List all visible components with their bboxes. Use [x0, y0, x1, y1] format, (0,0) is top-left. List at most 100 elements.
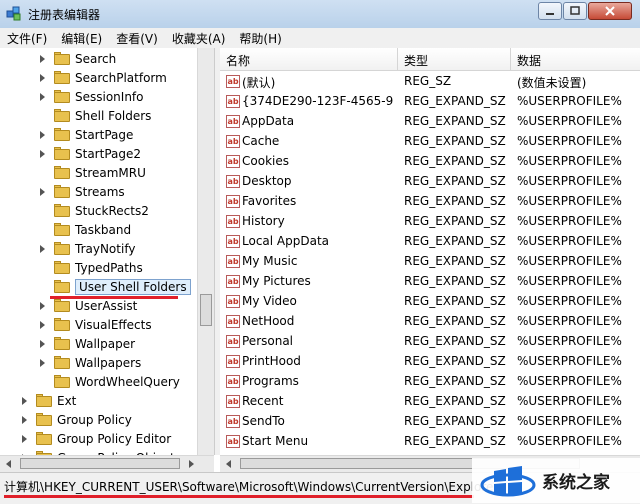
close-button[interactable]: [588, 2, 632, 20]
tree-item[interactable]: Streams: [38, 182, 125, 201]
menu-view[interactable]: 查看(V): [109, 30, 165, 47]
expand-arrow-icon[interactable]: [38, 54, 48, 64]
scroll-left-icon[interactable]: [222, 457, 236, 471]
list-row[interactable]: ab Desktop REG_EXPAND_SZ %USERPROFILE%: [220, 172, 640, 192]
list-row[interactable]: ab SendTo REG_EXPAND_SZ %USERPROFILE%: [220, 412, 640, 432]
tree-hscroll-thumb[interactable]: [20, 458, 180, 469]
list-row[interactable]: ab AppData REG_EXPAND_SZ %USERPROFILE%: [220, 112, 640, 132]
list-row[interactable]: ab Cookies REG_EXPAND_SZ %USERPROFILE%: [220, 152, 640, 172]
cell-data: %USERPROFILE%: [517, 334, 622, 348]
column-divider[interactable]: [397, 48, 398, 70]
expand-arrow-icon[interactable]: [38, 339, 48, 349]
close-icon: [605, 6, 615, 16]
column-divider[interactable]: [510, 48, 511, 70]
tree-item[interactable]: SessionInfo: [38, 87, 144, 106]
string-value-icon: ab: [226, 235, 240, 248]
menu-help[interactable]: 帮助(H): [232, 30, 288, 47]
list-row[interactable]: ab PrintHood REG_EXPAND_SZ %USERPROFILE%: [220, 352, 640, 372]
string-value-icon: ab: [226, 75, 240, 88]
tree-item[interactable]: StreamMRU: [38, 163, 146, 182]
list-row[interactable]: ab Personal REG_EXPAND_SZ %USERPROFILE%: [220, 332, 640, 352]
list-row[interactable]: ab Programs REG_EXPAND_SZ %USERPROFILE%: [220, 372, 640, 392]
column-data-header[interactable]: 数据: [517, 52, 541, 69]
tree-item[interactable]: StuckRects2: [38, 201, 149, 220]
expand-arrow-icon[interactable]: [38, 244, 48, 254]
cell-name: AppData: [242, 114, 295, 128]
scroll-left-icon[interactable]: [2, 457, 16, 471]
column-name-header[interactable]: 名称: [226, 52, 250, 69]
registry-tree[interactable]: Search SearchPlatform SessionInfo Shell Fol…: [0, 48, 214, 455]
tree-item[interactable]: Group Policy: [20, 410, 132, 429]
tree-item[interactable]: User Shell Folders: [38, 277, 191, 296]
tree-item[interactable]: VisualEffects: [38, 315, 152, 334]
tree-item[interactable]: Group Policy Objects: [20, 448, 181, 455]
tree-item[interactable]: StartPage2: [38, 144, 141, 163]
tree-item[interactable]: Wallpapers: [38, 353, 141, 372]
list-row[interactable]: ab My Music REG_EXPAND_SZ %USERPROFILE%: [220, 252, 640, 272]
value-list: 名称 类型 数据 ab (默认) REG_SZ (数值未设置) ab {374DE290-…: [220, 48, 640, 455]
minimize-button[interactable]: [538, 2, 562, 20]
list-row[interactable]: ab My Pictures REG_EXPAND_SZ %USERPROFILE%: [220, 272, 640, 292]
menu-favorites[interactable]: 收藏夹(A): [165, 30, 233, 47]
list-row[interactable]: ab Recent REG_EXPAND_SZ %USERPROFILE%: [220, 392, 640, 412]
scroll-right-icon[interactable]: [184, 457, 198, 471]
tree-item[interactable]: Search: [38, 49, 116, 68]
status-path: 计算机\HKEY_CURRENT_USER\Software\Microsoft…: [4, 480, 494, 494]
column-type-header[interactable]: 类型: [404, 52, 428, 69]
expand-arrow-icon[interactable]: [38, 320, 48, 330]
cell-type: REG_EXPAND_SZ: [404, 294, 506, 308]
menu-edit[interactable]: 编辑(E): [54, 30, 109, 47]
expand-arrow-icon[interactable]: [38, 149, 48, 159]
registry-editor-icon: [6, 6, 21, 21]
tree-item[interactable]: Wallpaper: [38, 334, 135, 353]
cell-data: %USERPROFILE%: [517, 294, 622, 308]
tree-vertical-scrollbar[interactable]: [197, 48, 215, 455]
tree-item[interactable]: UserAssist: [38, 296, 137, 315]
cell-data: %USERPROFILE%: [517, 374, 622, 388]
list-row[interactable]: ab Favorites REG_EXPAND_SZ %USERPROFILE%: [220, 192, 640, 212]
tree-item[interactable]: Group Policy Editor: [20, 429, 171, 448]
expand-arrow-icon[interactable]: [20, 434, 30, 444]
list-row[interactable]: ab My Video REG_EXPAND_SZ %USERPROFILE%: [220, 292, 640, 312]
expand-arrow-icon[interactable]: [38, 358, 48, 368]
cell-data: %USERPROFILE%: [517, 94, 622, 108]
list-row[interactable]: ab Cache REG_EXPAND_SZ %USERPROFILE%: [220, 132, 640, 152]
tree-item[interactable]: TypedPaths: [38, 258, 143, 277]
list-row[interactable]: ab (默认) REG_SZ (数值未设置): [220, 72, 640, 92]
tree-horizontal-scrollbar[interactable]: [0, 455, 214, 473]
cell-name: Cache: [242, 134, 280, 148]
tree-item[interactable]: Taskband: [38, 220, 131, 239]
cell-name: Programs: [242, 374, 299, 388]
maximize-button[interactable]: [563, 2, 587, 20]
expand-arrow-icon[interactable]: [38, 187, 48, 197]
expand-arrow-icon[interactable]: [38, 301, 48, 311]
tree-item[interactable]: StartPage: [38, 125, 133, 144]
tree-item[interactable]: SearchPlatform: [38, 68, 167, 87]
list-row[interactable]: ab History REG_EXPAND_SZ %USERPROFILE%: [220, 212, 640, 232]
tree-item[interactable]: WordWheelQuery: [38, 372, 180, 391]
list-row[interactable]: ab Start Menu REG_EXPAND_SZ %USERPROFILE%: [220, 432, 640, 452]
tree-item[interactable]: Ext: [20, 391, 76, 410]
list-row[interactable]: ab NetHood REG_EXPAND_SZ %USERPROFILE%: [220, 312, 640, 332]
expand-arrow-icon[interactable]: [38, 73, 48, 83]
watermark-text: 系统之家: [542, 473, 610, 493]
tree-item[interactable]: TrayNotify: [38, 239, 135, 258]
cell-type: REG_EXPAND_SZ: [404, 354, 506, 368]
expand-arrow-icon[interactable]: [20, 415, 30, 425]
cell-name: Personal: [242, 334, 294, 348]
folder-icon: [54, 356, 70, 369]
tree-scroll-thumb[interactable]: [200, 294, 212, 326]
cell-type: REG_EXPAND_SZ: [404, 194, 506, 208]
tree-item[interactable]: Shell Folders: [38, 106, 151, 125]
menu-file[interactable]: 文件(F): [0, 30, 54, 47]
expand-arrow-icon[interactable]: [20, 396, 30, 406]
list-row[interactable]: ab{374DE290-123F-4565-916... REG_EXPAND_S…: [220, 92, 640, 112]
list-row[interactable]: ab Local AppData REG_EXPAND_SZ %USERPROFILE…: [220, 232, 640, 252]
cell-type: REG_EXPAND_SZ: [404, 254, 506, 268]
tree-item-label: TrayNotify: [75, 241, 136, 256]
expand-arrow-icon[interactable]: [38, 92, 48, 102]
expand-arrow-icon[interactable]: [38, 130, 48, 140]
string-value-icon: ab: [226, 115, 240, 128]
menu-bar: 文件(F) 编辑(E) 查看(V) 收藏夹(A) 帮助(H): [0, 28, 640, 49]
cell-data: %USERPROFILE%: [517, 154, 622, 168]
